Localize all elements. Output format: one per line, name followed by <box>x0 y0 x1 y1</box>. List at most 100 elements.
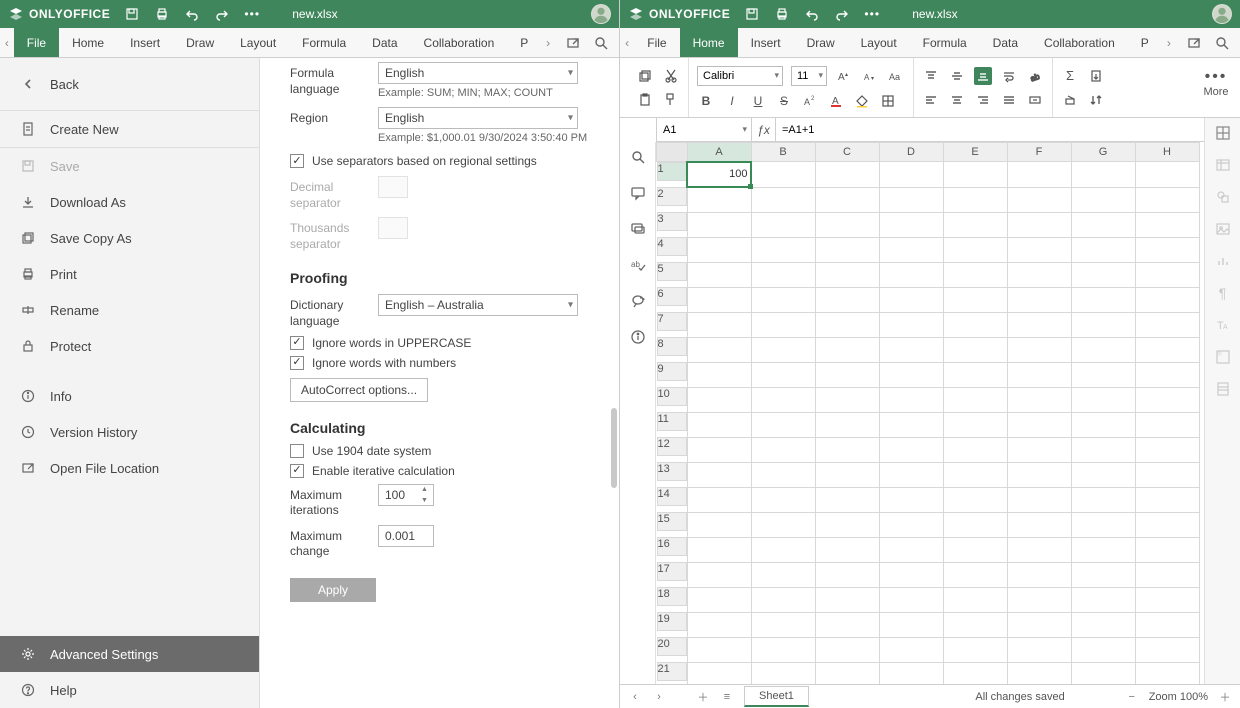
paste-icon[interactable] <box>636 91 654 109</box>
zoom-in-icon[interactable]: ＋ <box>1218 690 1232 704</box>
cell[interactable] <box>1135 337 1199 362</box>
cell[interactable] <box>1007 662 1071 684</box>
italic-icon[interactable]: I <box>723 92 741 110</box>
sidebar-item-rename[interactable]: Rename <box>0 292 259 328</box>
cell[interactable]: 100 <box>687 162 751 188</box>
cell[interactable] <box>1071 262 1135 287</box>
user-avatar[interactable] <box>591 4 611 24</box>
cell[interactable] <box>751 312 815 337</box>
iterative-calc-checkbox[interactable] <box>290 464 304 478</box>
cell[interactable] <box>1071 637 1135 662</box>
cell[interactable] <box>751 412 815 437</box>
about-icon[interactable] <box>629 328 647 346</box>
cell[interactable] <box>751 287 815 312</box>
fx-icon[interactable]: ƒx <box>752 118 776 141</box>
cell[interactable] <box>687 512 751 537</box>
row-header[interactable]: 10 <box>657 387 687 406</box>
cell[interactable] <box>943 487 1007 512</box>
align-center-icon[interactable] <box>948 91 966 109</box>
cell[interactable] <box>1071 562 1135 587</box>
open-location-icon[interactable] <box>565 35 581 51</box>
cell[interactable] <box>815 312 879 337</box>
cell[interactable] <box>815 587 879 612</box>
column-header[interactable]: G <box>1071 143 1135 162</box>
cell[interactable] <box>1007 362 1071 387</box>
cell[interactable] <box>687 412 751 437</box>
row-header[interactable]: 17 <box>657 562 687 581</box>
row-header[interactable]: 21 <box>657 662 687 681</box>
cell[interactable] <box>1007 437 1071 462</box>
strikethrough-icon[interactable]: S <box>775 92 793 110</box>
undo-icon[interactable] <box>184 6 200 22</box>
cell[interactable] <box>1135 462 1199 487</box>
cell[interactable] <box>943 362 1007 387</box>
align-bottom-icon[interactable] <box>974 67 992 85</box>
add-sheet-icon[interactable]: ＋ <box>696 690 710 704</box>
search-icon[interactable] <box>593 35 609 51</box>
cell[interactable] <box>1135 162 1199 188</box>
cell[interactable] <box>687 237 751 262</box>
image-settings-icon[interactable] <box>1214 220 1232 238</box>
row-header[interactable]: 19 <box>657 612 687 631</box>
cell[interactable] <box>815 437 879 462</box>
align-right-icon[interactable] <box>974 91 992 109</box>
cell[interactable] <box>1135 662 1199 684</box>
cell[interactable] <box>687 587 751 612</box>
chat-icon[interactable] <box>629 220 647 238</box>
row-header[interactable]: 6 <box>657 287 687 306</box>
cell[interactable] <box>687 462 751 487</box>
fill-down-icon[interactable] <box>1087 67 1105 85</box>
cell[interactable] <box>943 662 1007 684</box>
cell[interactable] <box>879 612 943 637</box>
redo-icon[interactable] <box>214 6 230 22</box>
paragraph-settings-icon[interactable]: ¶ <box>1214 284 1232 302</box>
cell[interactable] <box>1007 587 1071 612</box>
cell[interactable] <box>751 337 815 362</box>
tab-home[interactable]: Home <box>680 28 738 57</box>
tab-data[interactable]: Data <box>980 28 1031 57</box>
cell[interactable] <box>943 637 1007 662</box>
cell[interactable] <box>879 537 943 562</box>
cell[interactable] <box>687 187 751 212</box>
cell[interactable] <box>943 237 1007 262</box>
sidebar-item-download[interactable]: Download As <box>0 184 259 220</box>
cell[interactable] <box>1071 187 1135 212</box>
tab-collaboration[interactable]: Collaboration <box>1031 28 1128 57</box>
cell[interactable] <box>943 162 1007 188</box>
cell[interactable] <box>879 412 943 437</box>
tab-insert[interactable]: Insert <box>117 28 173 57</box>
cell[interactable] <box>687 437 751 462</box>
tab-home[interactable]: Home <box>59 28 117 57</box>
cell[interactable] <box>1007 387 1071 412</box>
cell[interactable] <box>751 262 815 287</box>
sidebar-item-save-copy[interactable]: Save Copy As <box>0 220 259 256</box>
apply-button[interactable]: Apply <box>290 578 376 602</box>
cell[interactable] <box>1007 312 1071 337</box>
cell[interactable] <box>815 612 879 637</box>
row-header[interactable]: 14 <box>657 487 687 506</box>
cell[interactable] <box>1071 487 1135 512</box>
cell[interactable] <box>1071 362 1135 387</box>
cell[interactable] <box>1007 212 1071 237</box>
cell[interactable] <box>1007 637 1071 662</box>
sidebar-item-print[interactable]: Print <box>0 256 259 292</box>
cell[interactable] <box>751 462 815 487</box>
cell[interactable] <box>815 387 879 412</box>
cell[interactable] <box>1071 462 1135 487</box>
cell[interactable] <box>1135 537 1199 562</box>
cell[interactable] <box>815 262 879 287</box>
cell[interactable] <box>1071 612 1135 637</box>
bold-icon[interactable]: B <box>697 92 715 110</box>
align-middle-icon[interactable] <box>948 67 966 85</box>
cell[interactable] <box>1071 387 1135 412</box>
cell[interactable] <box>687 212 751 237</box>
cell[interactable] <box>815 537 879 562</box>
spreadsheet-grid[interactable]: ABCDEFGH11002345678910111213141516171819… <box>656 142 1240 684</box>
sidebar-item-info[interactable]: Info <box>0 378 259 414</box>
dictionary-language-select[interactable]: English – Australia▾ <box>378 294 578 316</box>
shape-settings-icon[interactable] <box>1214 188 1232 206</box>
select-all-corner[interactable] <box>657 143 688 162</box>
column-header[interactable]: E <box>943 143 1007 162</box>
cell[interactable] <box>815 487 879 512</box>
row-header[interactable]: 9 <box>657 362 687 381</box>
